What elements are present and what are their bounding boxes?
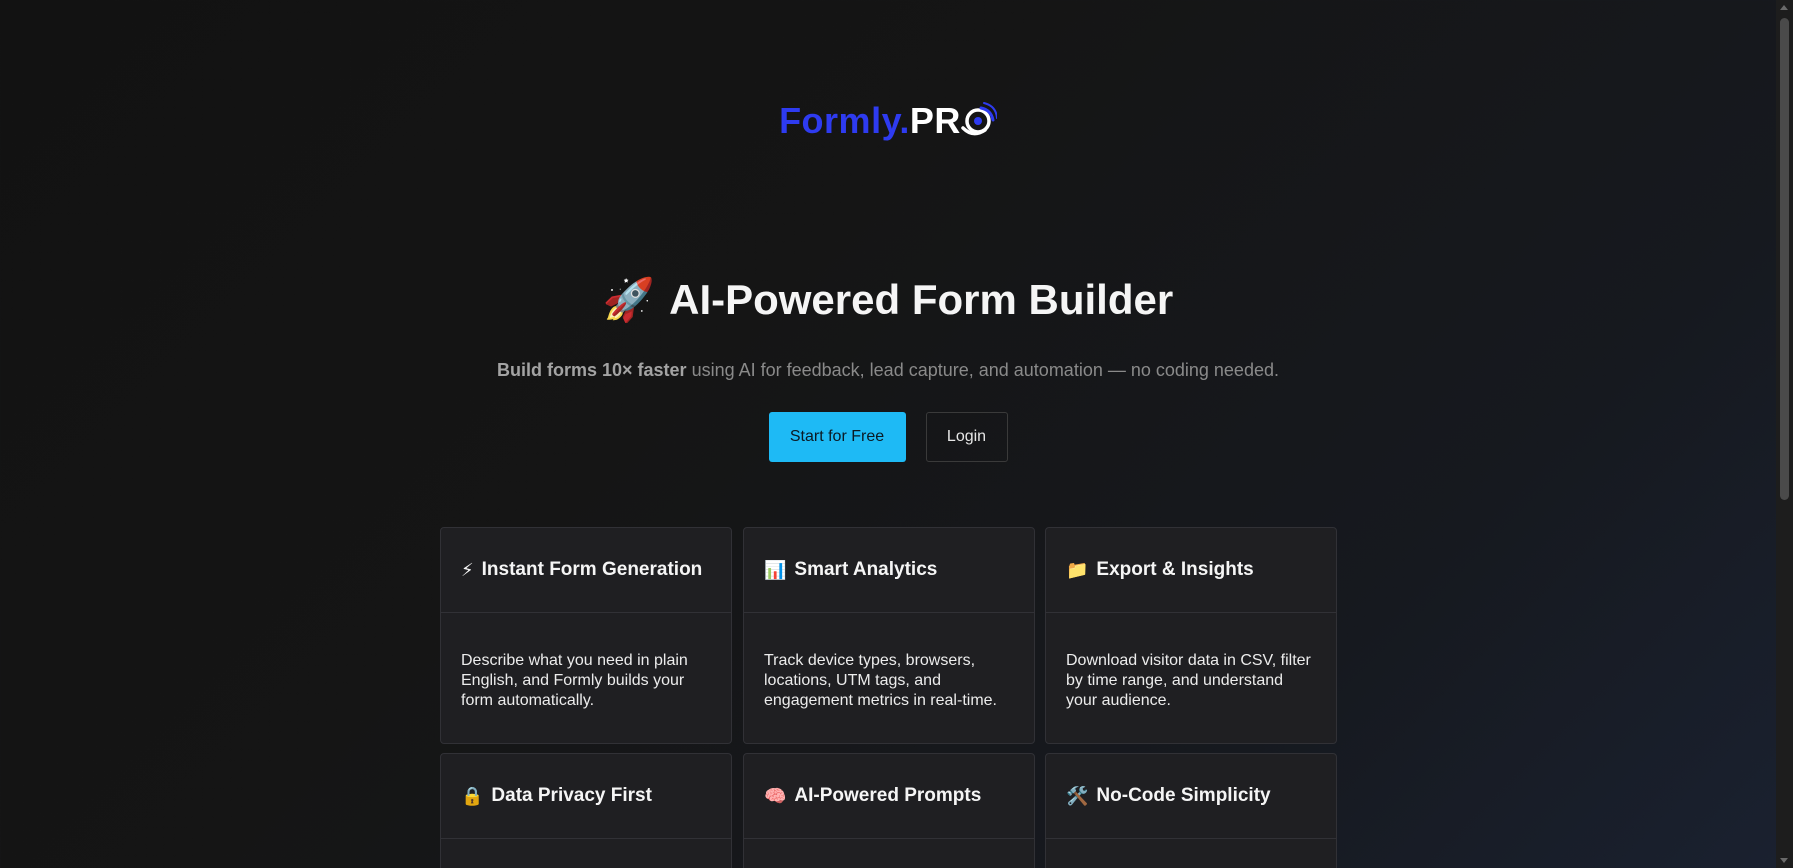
hero-subtitle-bold: Build forms 10× faster [497,360,687,380]
folder-icon: 📁 [1066,559,1089,580]
logo-text-primary: Formly. [779,100,910,141]
feature-title: No-Code Simplicity [1096,785,1271,806]
feature-card-ai-powered-prompts: 🧠 AI-Powered Prompts [743,753,1035,868]
scroll-down-arrow-icon[interactable] [1780,858,1788,863]
rocket-icon: 🚀 [602,276,656,323]
feature-description: Track device types, browsers, locations,… [764,652,997,709]
bar-chart-icon: 📊 [764,559,787,580]
feature-description: Download visitor data in CSV, filter by … [1066,652,1311,709]
feature-title: Export & Insights [1096,559,1254,580]
hero-subtitle-rest: using AI for feedback, lead capture, and… [686,360,1279,380]
lock-icon: 🔒 [461,785,484,806]
feature-card-data-privacy-first: 🔒 Data Privacy First [440,753,732,868]
feature-card-no-code-simplicity: 🛠️ No-Code Simplicity [1045,753,1337,868]
tools-icon: 🛠️ [1066,785,1089,806]
landing-page: Formly. PR 🚀 AI-Powered Form Builder Build… [0,0,1776,868]
feature-title: Smart Analytics [794,559,938,580]
login-button[interactable]: Login [925,412,1008,462]
logo[interactable]: Formly. PR [0,100,1776,142]
lightning-icon: ⚡ [461,559,474,580]
vertical-scrollbar[interactable] [1776,0,1793,868]
feature-title: AI-Powered Prompts [794,785,982,806]
feature-title: Data Privacy First [491,785,652,806]
feature-title: Instant Form Generation [481,559,703,580]
hero-title: 🚀 AI-Powered Form Builder [0,276,1776,325]
feature-card-instant-form-generation: ⚡ Instant Form Generation Describe what … [440,527,732,744]
logo-eye-icon [959,102,998,140]
logo-text-secondary: PR [909,100,961,141]
feature-description: Describe what you need in plain English,… [461,652,688,709]
scrollbar-thumb[interactable] [1780,18,1789,500]
start-for-free-button[interactable]: Start for Free [768,412,906,462]
feature-card-export-insights: 📁 Export & Insights Download visitor dat… [1045,527,1337,744]
feature-card-smart-analytics: 📊 Smart Analytics Track device types, br… [743,527,1035,744]
cta-row: Start for Free Login [0,412,1776,462]
brain-icon: 🧠 [764,785,787,806]
hero-subtitle: Build forms 10× faster using AI for feed… [0,360,1776,381]
scroll-up-arrow-icon[interactable] [1780,5,1788,10]
hero-title-text: AI-Powered Form Builder [669,276,1174,323]
